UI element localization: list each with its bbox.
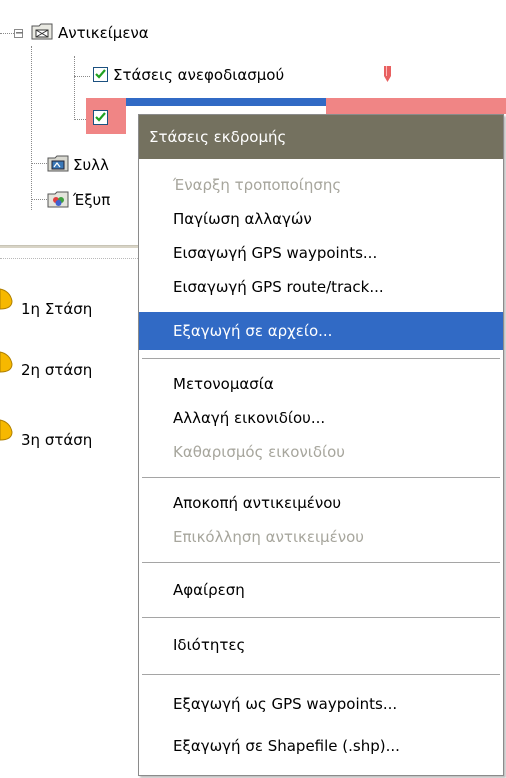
tree-item-refuel-stops[interactable]: Στάσεις ανεφοδιασμού (113, 66, 284, 84)
layer-visibility-checkbox[interactable] (93, 110, 108, 125)
collapse-expander-icon[interactable]: − (14, 29, 23, 39)
selection-highlight-right (326, 98, 506, 114)
menu-separator (142, 562, 500, 564)
menu-item-rename[interactable]: Μετονομασία (139, 367, 503, 401)
tree-root-label[interactable]: Αντικείμενα (58, 24, 149, 42)
tree-connector (31, 46, 32, 210)
folder-collections-icon (47, 155, 69, 172)
checkmark-icon (95, 69, 106, 79)
folder-objects-icon (31, 23, 53, 40)
menu-item-commit-changes[interactable]: Παγίωση αλλαγών (139, 202, 503, 236)
menu-separator (142, 477, 500, 479)
menu-item-clear-icon[interactable]: Καθαρισμός εικονιδίου (139, 435, 503, 469)
menu-item-export-shapefile[interactable]: Εξαγωγή σε Shapefile (.shp)... (139, 729, 503, 763)
menu-item-import-gps-route[interactable]: Εισαγωγή GPS route/track... (139, 270, 503, 304)
context-menu-title: Στάσεις εκδρομής (139, 115, 503, 159)
checkmark-icon (95, 112, 106, 122)
menu-separator (142, 358, 500, 360)
stop-item-1[interactable]: 1η Στάση (21, 300, 92, 318)
stop-item-3[interactable]: 3η στάση (21, 431, 92, 449)
menu-item-import-gps-waypoints[interactable]: Εισαγωγή GPS waypoints... (139, 236, 503, 270)
tree-connector (31, 163, 47, 164)
selection-highlight-focus (126, 98, 326, 106)
list-divider (0, 258, 140, 259)
menu-item-start-editing[interactable]: Έναρξη τροποποίησης (139, 168, 503, 202)
stop-marker-icon (0, 419, 13, 441)
menu-separator (142, 617, 500, 619)
tree-connector (31, 199, 47, 200)
menu-item-remove[interactable]: Αφαίρεση (139, 573, 503, 607)
menu-item-export-gps-waypoints[interactable]: Εξαγωγή ως GPS waypoints... (139, 687, 503, 721)
tree-connector (74, 56, 75, 120)
layer-visibility-checkbox[interactable] (93, 67, 108, 82)
tree-connector (74, 76, 90, 77)
pin-marker-icon (384, 66, 391, 82)
folder-smart-icon (47, 191, 69, 208)
stop-marker-icon (0, 288, 13, 310)
tree-connector (0, 33, 14, 34)
menu-item-change-icon[interactable]: Αλλαγή εικονιδίου... (139, 401, 503, 435)
tree-item-trip-stops[interactable]: Σ (127, 108, 136, 126)
tree-item-smart-folders[interactable]: Έξυπ (73, 191, 110, 209)
menu-item-paste-object[interactable]: Επικόλληση αντικειμένου (139, 520, 503, 554)
menu-item-cut-object[interactable]: Αποκοπή αντικειμένου (139, 486, 503, 520)
stop-item-2[interactable]: 2η στάση (21, 361, 92, 379)
panel-splitter[interactable] (0, 245, 140, 248)
menu-separator (142, 674, 500, 676)
menu-item-export-to-file[interactable]: Εξαγωγή σε αρχείο... (139, 312, 503, 350)
stop-marker-icon (0, 351, 13, 373)
context-menu: Στάσεις εκδρομής Έναρξη τροποποίησης Παγ… (138, 114, 504, 776)
tree-item-collections[interactable]: Συλλ (73, 156, 109, 174)
menu-item-properties[interactable]: Ιδιότητες (139, 628, 503, 662)
